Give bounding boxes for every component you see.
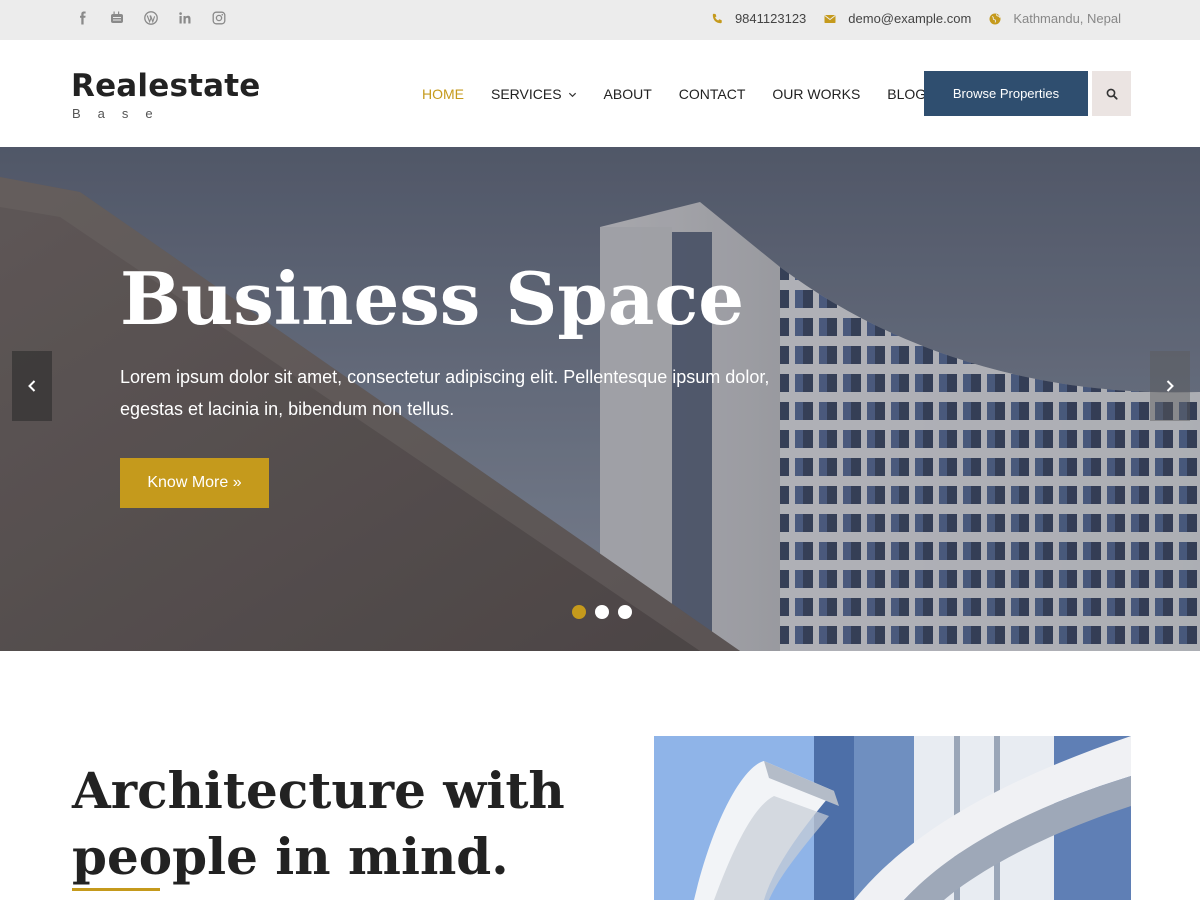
slider-dot-2[interactable]	[595, 605, 609, 619]
social-links	[76, 9, 246, 27]
slider-next-arrow[interactable]	[1150, 351, 1190, 421]
logo-title: Realestate	[71, 68, 261, 104]
linkedin-icon[interactable]	[178, 9, 212, 27]
nav-services-label: SERVICES	[491, 86, 562, 102]
instagram-icon[interactable]	[212, 9, 246, 27]
main-nav: HOME SERVICES ABOUT CONTACT OUR WORKS BL…	[422, 86, 953, 102]
nav-services[interactable]: SERVICES	[491, 86, 577, 102]
browse-properties-button[interactable]: Browse Properties	[924, 71, 1088, 116]
hero-slider: Business Space Lorem ipsum dolor sit ame…	[0, 147, 1200, 651]
nav-home-label: HOME	[422, 86, 464, 102]
nav-home[interactable]: HOME	[422, 86, 464, 102]
top-bar: 9841123123 demo@example.com Kathmandu, N…	[0, 0, 1200, 40]
youtube-icon[interactable]	[110, 9, 144, 27]
slider-prev-arrow[interactable]	[12, 351, 52, 421]
hero-description: Lorem ipsum dolor sit amet, consectetur …	[120, 367, 770, 419]
nav-blog[interactable]: BLOG	[887, 86, 926, 102]
heading-underline	[72, 888, 160, 891]
email-info: demo@example.com	[824, 11, 971, 26]
location-text: Kathmandu, Nepal	[1013, 11, 1121, 26]
location-info: Kathmandu, Nepal	[989, 11, 1121, 26]
facebook-icon[interactable]	[76, 9, 110, 27]
nav-contact[interactable]: CONTACT	[679, 86, 746, 102]
phone-number[interactable]: 9841123123	[735, 11, 806, 26]
email-address[interactable]: demo@example.com	[848, 11, 971, 26]
chevron-left-icon	[28, 380, 36, 392]
chevron-down-icon	[568, 92, 576, 97]
nav-about[interactable]: ABOUT	[604, 86, 652, 102]
search-icon	[1106, 88, 1118, 100]
nav-contact-label: CONTACT	[678, 86, 746, 102]
nav-our-works[interactable]: OUR WORKS	[772, 86, 860, 102]
globe-icon	[989, 13, 1001, 24]
phone-info: 9841123123	[711, 11, 806, 26]
envelope-icon	[824, 14, 836, 23]
site-header: Realestate Base HOME SERVICES ABOUT CONT…	[0, 40, 1200, 147]
architecture-image	[654, 736, 1131, 900]
nav-our-works-label: OUR WORKS	[772, 86, 861, 102]
slider-dot-1[interactable]	[572, 605, 586, 619]
slider-dot-3[interactable]	[618, 605, 632, 619]
site-logo[interactable]: Realestate Base	[71, 68, 261, 121]
logo-subtitle: Base	[72, 106, 170, 121]
wordpress-icon[interactable]	[144, 9, 178, 27]
hero-title: Business Space	[120, 256, 745, 341]
about-heading: Architecture with people in mind.	[72, 761, 565, 886]
search-button[interactable]	[1092, 71, 1131, 116]
contact-info: 9841123123 demo@example.com Kathmandu, N…	[693, 11, 1121, 26]
phone-icon	[712, 13, 722, 23]
slider-dots	[572, 605, 632, 619]
nav-blog-label: BLOG	[887, 86, 927, 102]
chevron-right-icon	[1166, 380, 1174, 392]
know-more-button[interactable]: Know More »	[120, 458, 269, 508]
nav-about-label: ABOUT	[603, 86, 652, 102]
